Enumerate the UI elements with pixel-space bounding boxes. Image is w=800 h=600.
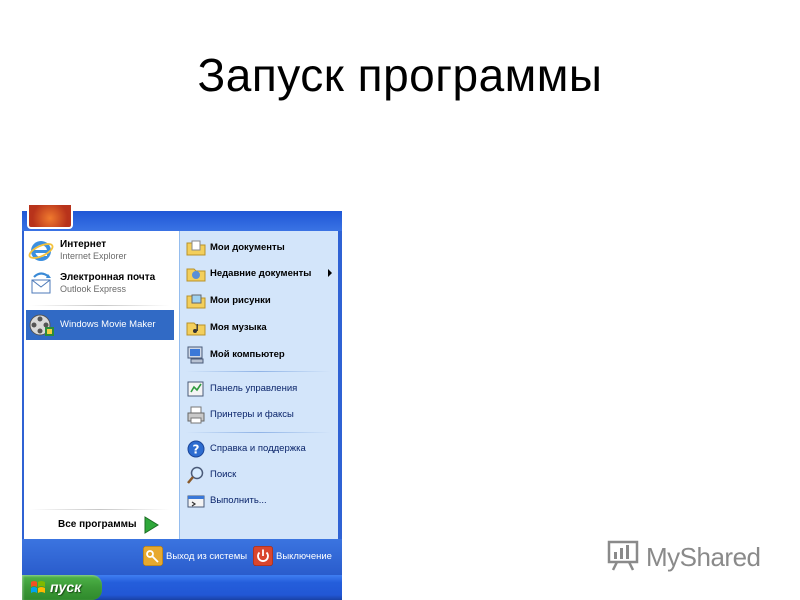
shutdown-button[interactable]: Выключение [253, 545, 339, 569]
my-documents-folder-icon [186, 240, 206, 256]
run-icon [187, 495, 205, 508]
place-label: Мой компьютер [210, 349, 285, 360]
help-icon: ? [187, 440, 205, 458]
place-label: Мои документы [210, 242, 285, 253]
my-music-folder-icon [186, 322, 206, 336]
pinned-item-title: Электронная почта [60, 272, 156, 283]
separator [186, 432, 331, 433]
place-label: Моя музыка [210, 322, 267, 333]
pinned-item-title: Интернет [60, 239, 107, 250]
user-avatar[interactable] [27, 205, 73, 229]
my-computer-icon [187, 346, 204, 364]
logoff-label: Выход из системы [166, 551, 248, 562]
printers-faxes-icon [187, 406, 205, 424]
system-label: Принтеры и факсы [210, 409, 294, 420]
my-pictures-folder-icon [186, 294, 206, 309]
place-my-music[interactable]: Моя музыка [182, 316, 334, 340]
slide-title: Запуск программы [197, 49, 603, 101]
recent-item-movie-maker[interactable]: Windows Movie Maker [26, 310, 174, 340]
outlook-express-icon [31, 272, 51, 294]
movie-maker-icon [29, 314, 54, 336]
all-programs-label: Все программы [58, 519, 137, 530]
submenu-arrow-icon [328, 269, 332, 277]
all-programs-button[interactable]: Все программы [30, 513, 170, 537]
internet-explorer-icon [28, 241, 54, 261]
help-label: Поиск [210, 469, 237, 480]
place-label: Мои рисунки [210, 295, 271, 306]
separator [30, 305, 170, 306]
myshared-logo-icon [607, 540, 639, 571]
pinned-item-internet[interactable]: Интернет Internet Explorer [26, 236, 174, 266]
system-printers-faxes[interactable]: Принтеры и факсы [182, 403, 334, 427]
separator [186, 371, 331, 372]
myshared-watermark: MyShared [606, 536, 776, 576]
help-label: Справка и поддержка [210, 443, 306, 454]
shutdown-label: Выключение [276, 551, 332, 562]
watermark-text: MyShared [646, 542, 761, 572]
recent-item-title: Windows Movie Maker [60, 319, 156, 330]
run-item[interactable]: Выполнить... [182, 489, 334, 513]
green-arrow-icon [144, 516, 159, 534]
recent-documents-folder-icon [186, 268, 206, 282]
pinned-item-subtitle: Outlook Express [60, 284, 127, 294]
search-item[interactable]: Поиск [182, 463, 334, 487]
key-icon [143, 546, 163, 566]
svg-text:?: ? [193, 443, 200, 457]
windows-flag-icon [31, 581, 45, 593]
pinned-item-subtitle: Internet Explorer [60, 251, 127, 261]
place-label: Недавние документы [210, 268, 312, 279]
control-panel-icon [187, 381, 204, 397]
place-my-computer[interactable]: Мой компьютер [182, 343, 334, 367]
start-menu-header [22, 205, 342, 231]
system-label: Панель управления [210, 383, 298, 394]
help-and-support[interactable]: ? Справка и поддержка [182, 437, 334, 461]
start-button-label: пуск [50, 579, 82, 595]
place-my-documents[interactable]: Мои документы [182, 236, 334, 260]
search-icon [187, 466, 204, 484]
separator [30, 509, 170, 510]
power-icon [253, 546, 273, 566]
start-menu: Интернет Internet Explorer Электронная п… [22, 205, 342, 575]
pinned-item-email[interactable]: Электронная почта Outlook Express [26, 269, 174, 299]
place-recent-documents[interactable]: Недавние документы [182, 262, 334, 286]
start-button[interactable]: пуск [22, 575, 102, 600]
help-label: Выполнить... [210, 495, 267, 506]
logoff-button[interactable]: Выход из системы [143, 545, 253, 569]
place-my-pictures[interactable]: Мои рисунки [182, 289, 334, 313]
system-control-panel[interactable]: Панель управления [182, 377, 334, 401]
